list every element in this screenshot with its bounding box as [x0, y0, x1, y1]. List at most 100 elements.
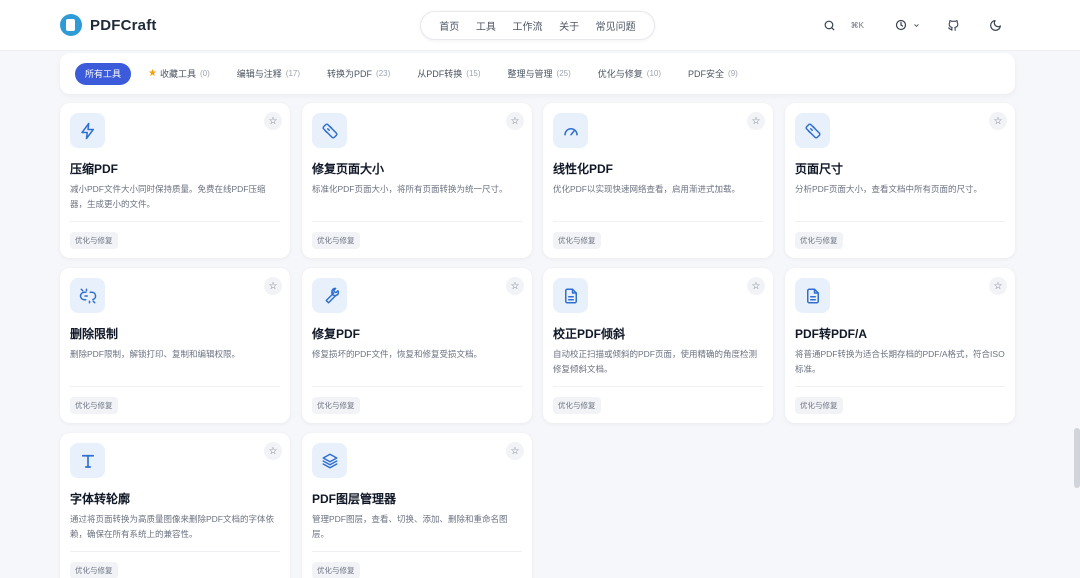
- nav-faq[interactable]: 常见问题: [596, 18, 636, 33]
- tool-card-fix-page-size[interactable]: ☆ 修复页面大小 标准化PDF页面大小，将所有页面转换为统一尺寸。 优化与修复: [302, 103, 532, 258]
- document-icon: [795, 278, 830, 313]
- card-divider: [553, 221, 763, 222]
- document-icon: [553, 278, 588, 313]
- card-description: 删除PDF限制，解锁打印、复制和编辑权限。: [70, 349, 241, 359]
- filter-count: (9): [728, 69, 738, 78]
- card-title: 压缩PDF: [70, 162, 119, 176]
- filter-edit-annotate[interactable]: 编辑与注释 (17): [227, 63, 310, 85]
- card-title: PDF图层管理器: [312, 492, 397, 506]
- card-divider: [312, 386, 522, 387]
- card-divider: [312, 221, 522, 222]
- card-description: 自动校正扫描或倾斜的PDF页面，使用精确的角度检测修复倾斜文档。: [553, 349, 758, 374]
- wrench-icon: [312, 278, 347, 313]
- search-icon[interactable]: [821, 16, 839, 34]
- card-description: 管理PDF图层，查看、切换、添加、删除和重命名图层。: [312, 514, 508, 539]
- category-tag: 优化与修复: [70, 562, 118, 578]
- category-tag: 优化与修复: [70, 232, 118, 249]
- card-divider: [312, 551, 522, 552]
- filter-label: 从PDF转换: [417, 69, 463, 79]
- card-title: 校正PDF倾斜: [553, 327, 626, 341]
- favorite-star-icon[interactable]: ☆: [506, 112, 524, 130]
- history-button[interactable]: [892, 16, 920, 34]
- category-tag: 优化与修复: [553, 232, 601, 249]
- main-nav: 首页 工具 工作流 关于 常见问题: [420, 11, 655, 40]
- filter-label: 收藏工具: [159, 69, 196, 79]
- favorite-star-icon[interactable]: ☆: [506, 277, 524, 295]
- card-description: 将普通PDF转换为适合长期存档的PDF/A格式，符合ISO标准。: [795, 349, 1005, 374]
- filter-pdf-security[interactable]: PDF安全 (9): [678, 63, 748, 85]
- chevron-down-icon: [913, 16, 920, 34]
- filter-label: PDF安全: [688, 69, 725, 79]
- card-title: 字体转轮廓: [70, 492, 131, 506]
- filter-count: (15): [466, 69, 481, 78]
- favorite-star-icon[interactable]: ☆: [264, 112, 282, 130]
- tool-card-linearize-pdf[interactable]: ☆ 线性化PDF 优化PDF以实现快速网络查看，启用渐进式加载。 优化与修复: [543, 103, 773, 258]
- header-actions: ⌘K: [821, 16, 1004, 34]
- category-tag: 优化与修复: [312, 562, 360, 578]
- ruler-icon: [795, 113, 830, 148]
- card-divider: [70, 386, 280, 387]
- nav-tools[interactable]: 工具: [476, 18, 496, 33]
- card-title: 修复页面大小: [312, 162, 385, 176]
- page-scrollbar[interactable]: [1074, 428, 1080, 488]
- filter-count: (25): [556, 69, 571, 78]
- card-divider: [70, 551, 280, 552]
- tool-card-pdf-to-pdfa[interactable]: ☆ PDF转PDF/A 将普通PDF转换为适合长期存档的PDF/A格式，符合IS…: [785, 268, 1015, 423]
- card-description: 通过将页面转换为高质量图像来删除PDF文档的字体依赖，确保在所有系统上的兼容性。: [70, 514, 275, 539]
- card-divider: [553, 386, 763, 387]
- card-title: 删除限制: [70, 327, 119, 341]
- favorite-star-icon[interactable]: ☆: [747, 112, 765, 130]
- type-icon: [70, 443, 105, 478]
- bolt-icon: [70, 113, 105, 148]
- filter-label: 编辑与注释: [236, 69, 282, 79]
- search-shortcut: ⌘K: [850, 20, 864, 30]
- tool-card-pdf-layer-manager[interactable]: ☆ PDF图层管理器 管理PDF图层，查看、切换、添加、删除和重命名图层。 优化…: [302, 433, 532, 578]
- tool-card-remove-restrictions[interactable]: ☆ 删除限制 删除PDF限制，解锁打印、复制和编辑权限。 优化与修复: [60, 268, 290, 423]
- filter-count: (0): [200, 69, 210, 78]
- card-title: 线性化PDF: [553, 162, 614, 176]
- filter-convert-to-pdf[interactable]: 转换为PDF (23): [317, 63, 400, 85]
- favorite-star-icon[interactable]: ☆: [989, 277, 1007, 295]
- nav-workflow[interactable]: 工作流: [512, 18, 542, 33]
- tool-card-font-to-outline[interactable]: ☆ 字体转轮廓 通过将页面转换为高质量图像来删除PDF文档的字体依赖，确保在所有…: [60, 433, 290, 578]
- gauge-icon: [553, 113, 588, 148]
- category-tag: 优化与修复: [70, 397, 118, 414]
- app-name: PDFCraft: [90, 16, 157, 34]
- card-divider: [795, 386, 1005, 387]
- card-title: 页面尺寸: [795, 162, 844, 176]
- favorite-star-icon[interactable]: ☆: [989, 112, 1007, 130]
- filter-favorites[interactable]: ★ 收藏工具 (0): [138, 63, 220, 85]
- filter-count: (17): [285, 69, 301, 78]
- top-header: PDFCraft 首页 工具 工作流 关于 常见问题 ⌘K: [0, 0, 1080, 51]
- github-icon[interactable]: [944, 16, 962, 34]
- category-tag: 优化与修复: [312, 397, 360, 414]
- broken-link-icon: [70, 278, 105, 313]
- tool-card-deskew-pdf[interactable]: ☆ 校正PDF倾斜 自动校正扫描或倾斜的PDF页面，使用精确的角度检测修复倾斜文…: [543, 268, 773, 423]
- category-filter-bar: 所有工具 ★ 收藏工具 (0) 编辑与注释 (17) 转换为PDF (23) 从…: [60, 53, 1015, 94]
- filter-optimize-repair[interactable]: 优化与修复 (10): [588, 63, 671, 85]
- card-description: 标准化PDF页面大小，将所有页面转换为统一尺寸。: [312, 184, 508, 194]
- filter-label: 所有工具: [85, 69, 122, 79]
- filter-convert-from-pdf[interactable]: 从PDF转换 (15): [407, 63, 490, 85]
- nav-about[interactable]: 关于: [559, 18, 579, 33]
- filter-label: 整理与管理: [507, 69, 553, 79]
- tool-card-page-dimensions[interactable]: ☆ 页面尺寸 分析PDF页面大小，查看文档中所有页面的尺寸。 优化与修复: [785, 103, 1015, 258]
- category-tag: 优化与修复: [795, 232, 843, 249]
- filter-organize[interactable]: 整理与管理 (25): [498, 63, 581, 85]
- clock-icon: [892, 16, 910, 34]
- tool-card-compress-pdf[interactable]: ☆ 压缩PDF 减小PDF文件大小同时保持质量。免费在线PDF压缩器，生成更小的…: [60, 103, 290, 258]
- app-logo[interactable]: PDFCraft: [60, 14, 157, 36]
- nav-home[interactable]: 首页: [439, 18, 459, 33]
- favorite-star-icon[interactable]: ☆: [506, 442, 524, 460]
- favorite-star-icon[interactable]: ☆: [264, 277, 282, 295]
- star-icon: ★: [148, 68, 157, 79]
- card-description: 优化PDF以实现快速网络查看，启用渐进式加载。: [553, 184, 741, 194]
- card-divider: [795, 221, 1005, 222]
- ruler-icon: [312, 113, 347, 148]
- favorite-star-icon[interactable]: ☆: [747, 277, 765, 295]
- tool-card-repair-pdf[interactable]: ☆ 修复PDF 修复损坏的PDF文件，恢复和修复受损文档。 优化与修复: [302, 268, 532, 423]
- dark-mode-icon[interactable]: [986, 16, 1004, 34]
- filter-all-tools[interactable]: 所有工具: [75, 62, 132, 85]
- favorite-star-icon[interactable]: ☆: [264, 442, 282, 460]
- card-description: 修复损坏的PDF文件，恢复和修复受损文档。: [312, 349, 483, 359]
